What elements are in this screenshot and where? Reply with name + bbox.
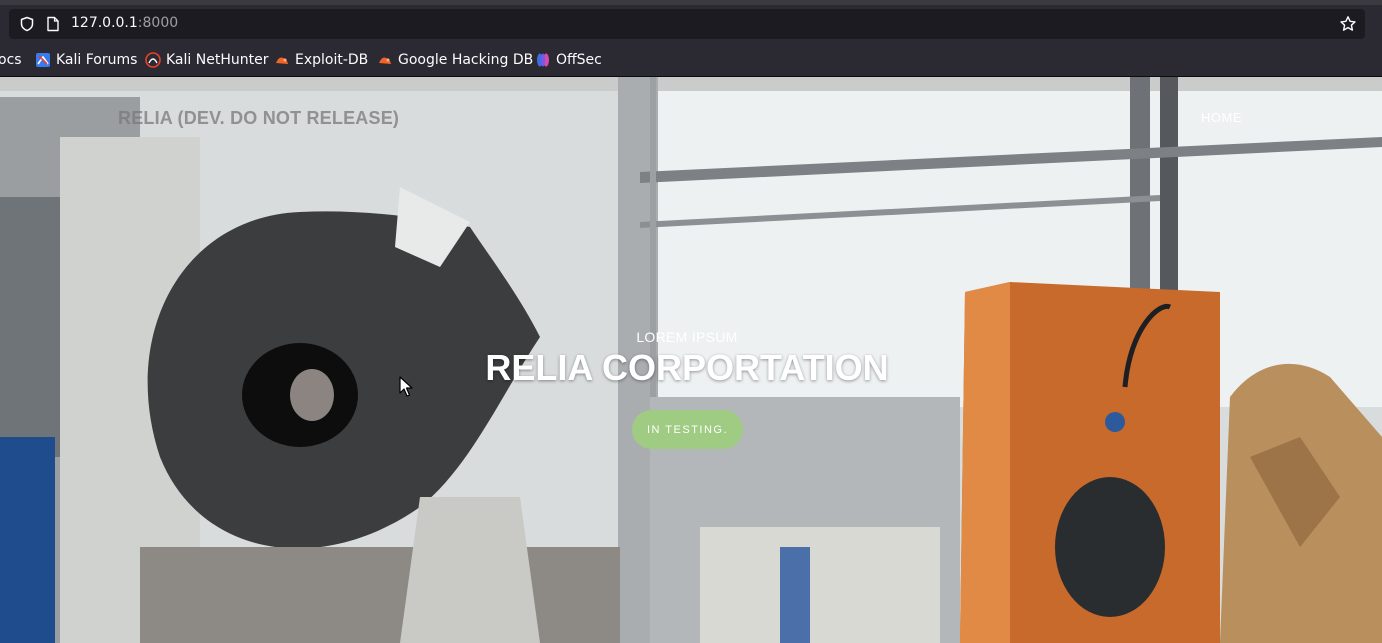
shield-icon[interactable] — [19, 16, 35, 32]
bookmarks-toolbar: ocs Kali Forums Kali NetHunter Exploit-D… — [0, 43, 1382, 77]
url-text[interactable]: 127.0.0.1:8000 — [71, 15, 178, 31]
bookmark-label: Exploit-DB — [295, 52, 369, 68]
url-port: :8000 — [137, 15, 179, 31]
page-icon — [47, 16, 59, 32]
bookmark-label: OffSec — [556, 52, 602, 68]
bookmark-google-hacking-db[interactable]: Google Hacking DB — [377, 51, 533, 69]
star-icon[interactable] — [1339, 15, 1357, 33]
hero-cta-button[interactable]: IN TESTING. — [632, 410, 743, 449]
bookmark-label: Kali Forums — [56, 52, 138, 68]
bookmark-label: Google Hacking DB — [398, 52, 534, 68]
hero-heading: RELIA CORPORTATION — [485, 347, 889, 388]
hero-section: RELIA (DEV. DO NOT RELEASE) HOME LOREM I… — [0, 77, 1382, 643]
bookmark-exploit-db[interactable]: Exploit-DB — [274, 51, 368, 69]
site-brand[interactable]: RELIA (DEV. DO NOT RELEASE) — [118, 108, 399, 129]
url-host: 127.0.0.1 — [71, 15, 138, 31]
bookmark-label: ocs — [0, 52, 22, 68]
offsec-icon — [537, 53, 549, 67]
ghdb-icon — [379, 57, 391, 64]
url-bar[interactable]: 127.0.0.1:8000 — [9, 9, 1365, 39]
bookmark-docs[interactable]: ocs — [0, 51, 22, 69]
nav-home-link[interactable]: HOME — [1201, 110, 1242, 125]
bookmark-offsec[interactable]: OffSec — [535, 51, 602, 69]
exploit-db-icon — [276, 57, 288, 64]
bookmark-kali-nethunter[interactable]: Kali NetHunter — [145, 51, 268, 69]
mouse-cursor-icon — [399, 376, 413, 397]
bookmark-label: Kali NetHunter — [166, 52, 269, 68]
kali-forums-icon — [36, 53, 50, 67]
browser-toolbar: 127.0.0.1:8000 — [0, 5, 1382, 43]
kali-nethunter-icon — [145, 52, 161, 68]
bookmark-kali-forums[interactable]: Kali Forums — [35, 51, 137, 69]
hero-subheading: LOREM IPSUM — [636, 329, 738, 345]
